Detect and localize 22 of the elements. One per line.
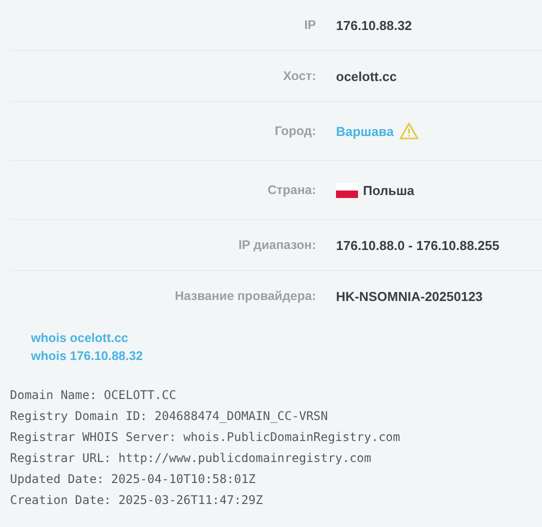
field-value: 176.10.88.0 - 176.10.88.255 xyxy=(336,238,500,252)
field-label: IP xyxy=(303,18,316,32)
whois-line: Updated Date: 2025-04-10T10:58:01Z xyxy=(10,471,257,488)
whois-link[interactable]: whois 176.10.88.32 xyxy=(31,349,143,363)
field-label: Страна: xyxy=(266,183,316,197)
whois-line: Registrar WHOIS Server: whois.PublicDomainRegistry.com xyxy=(10,429,402,446)
whois-line: Domain Name: OCELOTT.CC xyxy=(10,387,178,404)
field-value: 176.10.88.32 xyxy=(336,18,412,32)
field-label: Хост: xyxy=(282,69,316,83)
warning-icon xyxy=(398,122,419,140)
field-value: Польша xyxy=(363,182,414,198)
field-label: IP диапазон: xyxy=(237,238,316,252)
city-link[interactable]: Варшава xyxy=(336,124,394,138)
field-label: Город: xyxy=(274,124,316,138)
whois-line: Registry Domain ID: 204688474_DOMAIN_CC-VRSN xyxy=(10,408,329,425)
field-value: HK-NSOMNIA-20250123 xyxy=(336,288,483,304)
field-label: Название провайдера: xyxy=(174,289,316,303)
whois-line: Registrar URL: http://www.publicdomainregistry.com xyxy=(10,450,372,467)
flag-icon xyxy=(336,182,358,198)
whois-link[interactable]: whois ocelott.cc xyxy=(31,331,128,345)
field-value: ocelott.cc xyxy=(336,68,397,84)
whois-line: Creation Date: 2025-03-26T11:47:29Z xyxy=(10,492,264,509)
